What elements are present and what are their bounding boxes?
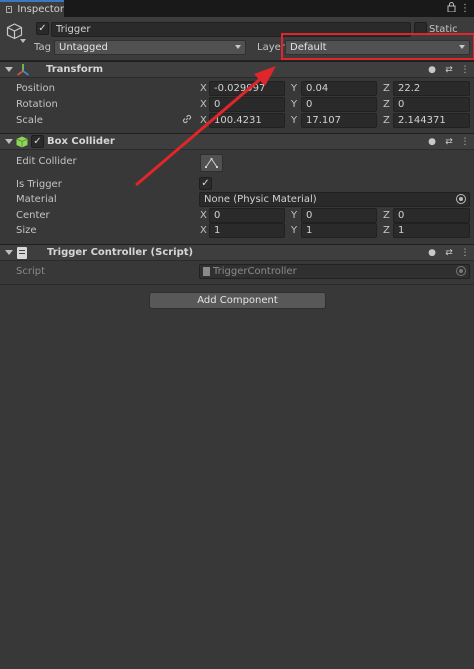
- size-x-field[interactable]: 1: [209, 223, 285, 238]
- size-y-field[interactable]: 1: [301, 223, 377, 238]
- lock-icon[interactable]: [444, 2, 458, 15]
- foldout-arrow-icon[interactable]: [5, 139, 13, 144]
- transform-header[interactable]: Transform ● ⇄ ⋮: [0, 61, 474, 78]
- script-file-icon: [203, 267, 210, 276]
- is-trigger-checkbox[interactable]: ✓: [199, 177, 212, 190]
- tag-dropdown[interactable]: Untagged: [54, 40, 246, 55]
- add-component-button[interactable]: Add Component: [149, 292, 326, 309]
- edit-collider-label: Edit Collider: [16, 156, 77, 167]
- more-icon[interactable]: ⋮: [459, 64, 471, 76]
- foldout-arrow-icon[interactable]: [5, 250, 13, 255]
- is-trigger-label: Is Trigger: [16, 179, 62, 190]
- transform-icon: [16, 63, 30, 80]
- axis-y-label[interactable]: Y: [291, 115, 297, 126]
- axis-y-label[interactable]: Y: [291, 225, 297, 236]
- axis-z-label[interactable]: Z: [383, 210, 390, 221]
- axis-x-label[interactable]: X: [200, 115, 207, 126]
- gameobject-icon[interactable]: [6, 23, 23, 40]
- center-label: Center: [16, 210, 50, 221]
- component-divider: [0, 284, 474, 285]
- rotation-z-field[interactable]: 0: [393, 97, 470, 112]
- center-x-field[interactable]: 0: [209, 208, 285, 223]
- tab-bar: [0, 0, 474, 17]
- scale-x-field[interactable]: 100.4231: [209, 113, 285, 128]
- axis-x-label[interactable]: X: [200, 210, 207, 221]
- tab-label: Inspector: [17, 4, 64, 15]
- box-collider-enabled-checkbox[interactable]: ✓: [31, 135, 44, 148]
- script-field: TriggerController: [199, 264, 470, 279]
- axis-x-label[interactable]: X: [200, 99, 207, 110]
- tag-value: Untagged: [59, 42, 108, 53]
- trigger-controller-title: Trigger Controller (Script): [47, 247, 194, 258]
- material-label: Material: [16, 194, 57, 205]
- box-collider-title: Box Collider: [47, 136, 115, 147]
- more-icon[interactable]: ⋮: [459, 247, 471, 259]
- edit-collider-button[interactable]: [200, 154, 223, 172]
- active-checkbox[interactable]: ✓: [36, 22, 49, 35]
- tab-inspector[interactable]: Inspector: [0, 0, 64, 17]
- foldout-arrow-icon[interactable]: [5, 67, 13, 72]
- more-icon[interactable]: ⋮: [459, 136, 471, 148]
- box-collider-icon: [16, 136, 28, 151]
- help-icon[interactable]: ●: [426, 136, 438, 148]
- script-icon: [17, 247, 27, 259]
- script-value: TriggerController: [213, 266, 297, 277]
- center-z-field[interactable]: 0: [393, 208, 470, 223]
- position-x-field[interactable]: -0.029997: [209, 81, 285, 96]
- axis-z-label[interactable]: Z: [383, 83, 390, 94]
- rotation-y-field[interactable]: 0: [301, 97, 377, 112]
- axis-y-label[interactable]: Y: [291, 83, 297, 94]
- axis-x-label[interactable]: X: [200, 225, 207, 236]
- position-y-field[interactable]: 0.04: [301, 81, 377, 96]
- kebab-menu-icon[interactable]: ⋮: [458, 2, 472, 15]
- rotation-label: Rotation: [16, 99, 58, 110]
- axis-z-label[interactable]: Z: [383, 99, 390, 110]
- annotation-highlight-box: [281, 33, 474, 60]
- help-icon[interactable]: ●: [426, 64, 438, 76]
- transform-title: Transform: [46, 64, 104, 75]
- box-collider-header[interactable]: ✓ Box Collider ● ⇄ ⋮: [0, 133, 474, 150]
- material-field[interactable]: None (Physic Material): [199, 192, 470, 207]
- help-icon[interactable]: ●: [426, 247, 438, 259]
- chevron-down-icon: [235, 45, 241, 49]
- object-picker-icon: [456, 266, 466, 276]
- axis-y-label[interactable]: Y: [291, 210, 297, 221]
- presets-icon[interactable]: ⇄: [443, 247, 455, 259]
- axis-z-label[interactable]: Z: [383, 115, 390, 126]
- axis-z-label[interactable]: Z: [383, 225, 390, 236]
- presets-icon[interactable]: ⇄: [443, 64, 455, 76]
- size-z-field[interactable]: 1: [393, 223, 470, 238]
- tag-label: Tag: [34, 42, 51, 53]
- center-y-field[interactable]: 0: [301, 208, 377, 223]
- scale-label: Scale: [16, 115, 43, 126]
- edit-bounds-icon: [205, 158, 218, 168]
- scale-y-field[interactable]: 17.107: [301, 113, 377, 128]
- script-label: Script: [16, 266, 46, 277]
- axis-y-label[interactable]: Y: [291, 99, 297, 110]
- material-value: None (Physic Material): [204, 194, 317, 205]
- position-label: Position: [16, 83, 55, 94]
- presets-icon[interactable]: ⇄: [443, 136, 455, 148]
- rotation-x-field[interactable]: 0: [209, 97, 285, 112]
- position-z-field[interactable]: 22.2: [393, 81, 470, 96]
- axis-x-label[interactable]: X: [200, 83, 207, 94]
- inspector-icon: [6, 6, 13, 13]
- icon-dropdown-arrow[interactable]: [20, 39, 26, 43]
- size-label: Size: [16, 225, 37, 236]
- scale-z-field[interactable]: 2.144371: [393, 113, 470, 128]
- link-icon[interactable]: [181, 113, 193, 128]
- trigger-controller-header[interactable]: Trigger Controller (Script) ● ⇄ ⋮: [0, 244, 474, 261]
- object-picker-icon[interactable]: [456, 194, 466, 204]
